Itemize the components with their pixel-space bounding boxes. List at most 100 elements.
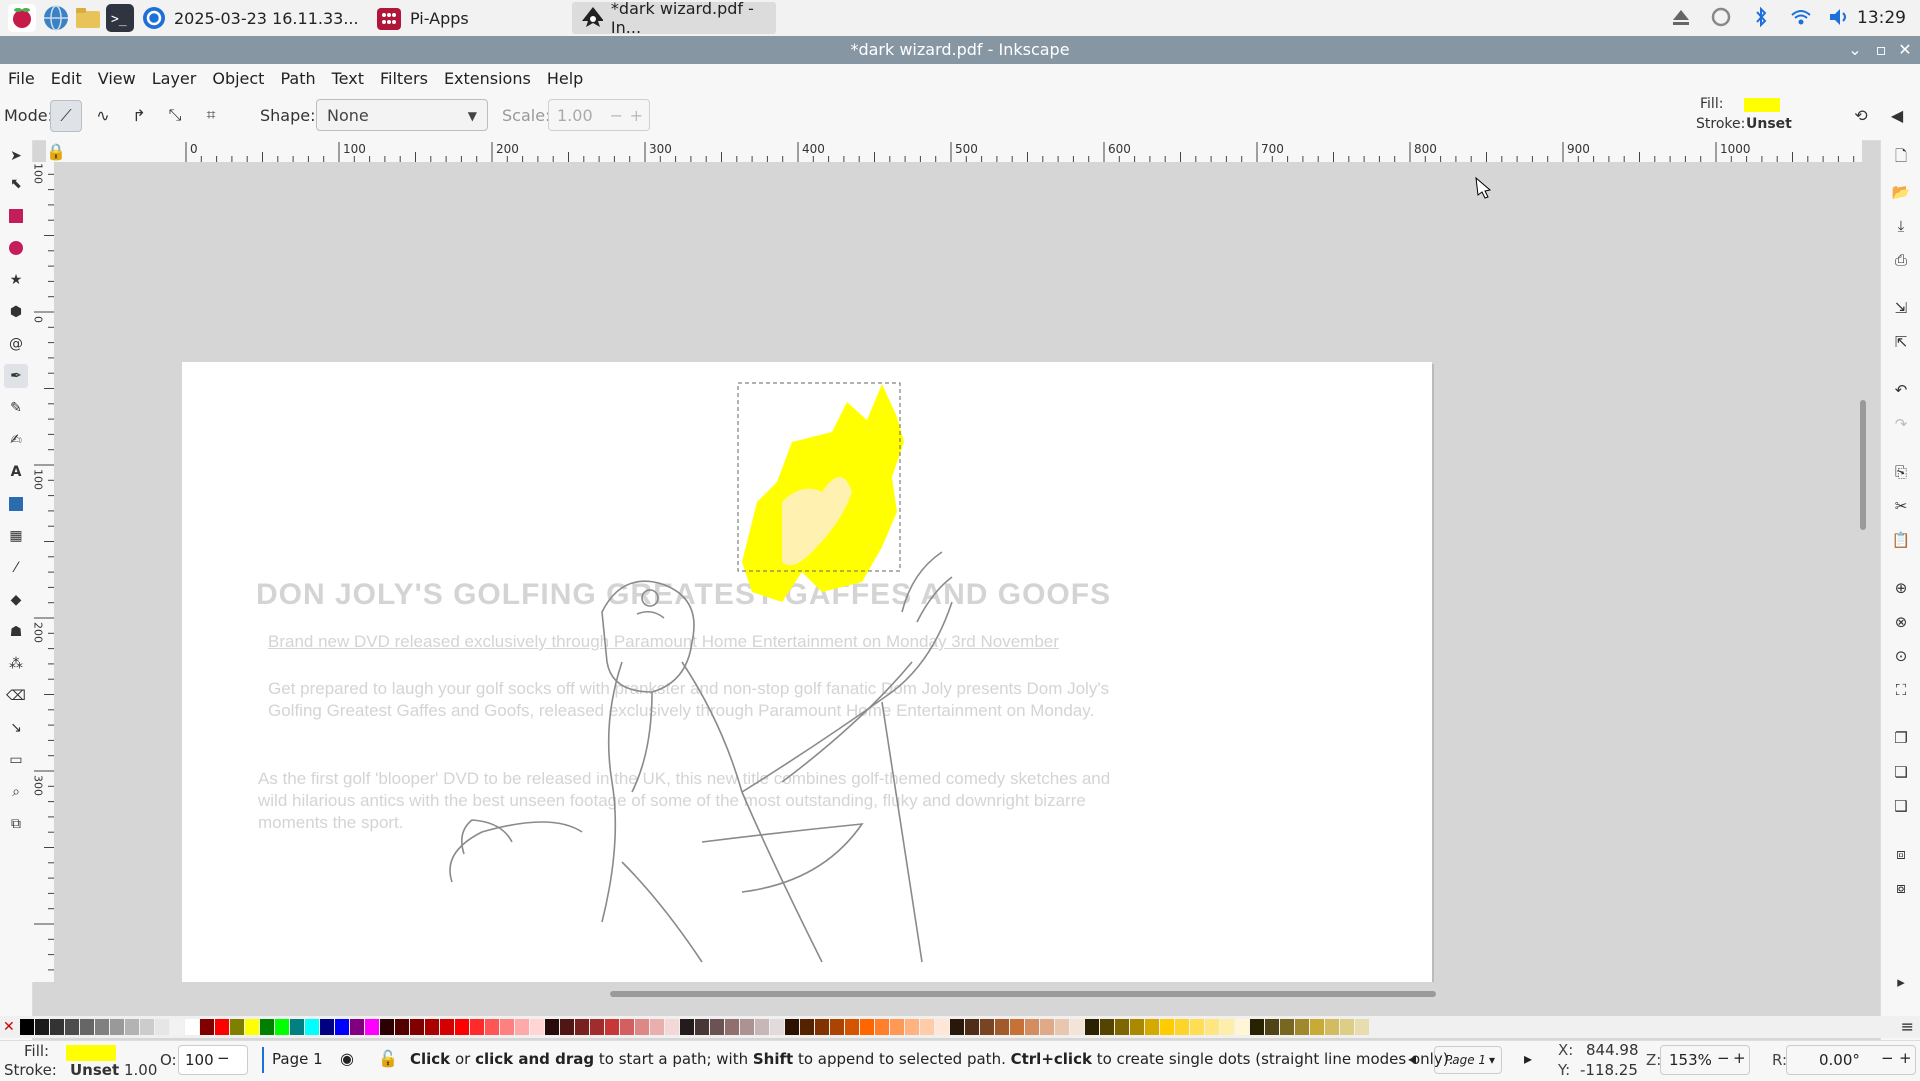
unlink-clone-icon[interactable]: ❑ [1889,794,1913,818]
palette-swatch[interactable] [620,1019,634,1035]
task-inkscape[interactable]: *dark wizard.pdf - In... [572,0,776,37]
maximize-icon[interactable]: ▫ [1870,36,1892,64]
palette-swatch[interactable] [290,1019,304,1035]
palette-swatch[interactable] [35,1019,49,1035]
palette-swatch[interactable] [1235,1019,1249,1035]
palette-swatch[interactable] [800,1019,814,1035]
pencil-tool-icon[interactable]: ✎ [4,396,28,420]
wifi-icon[interactable] [1790,6,1812,28]
palette-swatch[interactable] [740,1019,754,1035]
minus-icon[interactable]: − [610,100,623,132]
straight-mode-button[interactable]: ⤡ [160,100,190,130]
palette-swatch[interactable] [590,1019,604,1035]
tweak-tool-icon[interactable]: ☗ [4,620,28,644]
palette-swatch[interactable] [1190,1019,1204,1035]
file-manager-icon[interactable] [74,4,102,32]
palette-swatch[interactable] [1085,1019,1099,1035]
paraxial-mode-button[interactable]: ⌗ [196,100,226,130]
3d-box-tool-icon[interactable]: ⬢ [4,300,28,324]
scale-input[interactable]: 1.00 − + [548,99,650,131]
zoom-tool-icon[interactable]: ⌕ [4,780,28,804]
bezier-mode-button[interactable]: ⟋ [50,100,82,132]
current-layer[interactable]: Page 1 [272,1050,323,1068]
menu-path[interactable]: Path [272,69,323,88]
menu-filters[interactable]: Filters [372,69,436,88]
task-screenshot[interactable]: 2025-03-23 16.11.33... [142,2,359,34]
palette-swatch[interactable] [710,1019,724,1035]
pen-tool-icon[interactable]: ✒ [4,364,28,388]
palette-swatch[interactable] [455,1019,469,1035]
palette-swatch[interactable] [425,1019,439,1035]
palette-swatch[interactable] [1265,1019,1279,1035]
palette-swatch[interactable] [860,1019,874,1035]
text-tool-icon[interactable]: A [4,460,28,484]
palette-swatch[interactable] [575,1019,589,1035]
task-pi-apps[interactable]: Pi-Apps [376,2,469,34]
dropper-tool-icon[interactable]: ⁄ [4,556,28,580]
palette-swatch[interactable] [680,1019,694,1035]
paste-icon[interactable]: 📋 [1889,528,1913,552]
raspberry-menu-icon[interactable] [8,4,36,32]
palette-swatch[interactable] [335,1019,349,1035]
node-tool-icon[interactable]: ⬉ [4,172,28,196]
expand-panel-icon[interactable]: ▸ [1889,970,1913,994]
palette-swatch[interactable] [980,1019,994,1035]
layer-lock-icon[interactable]: 🔓 [378,1049,398,1068]
save-icon[interactable]: ⤓ [1889,214,1913,238]
palette-swatch[interactable] [1115,1019,1129,1035]
next-page-icon[interactable]: ▸ [1524,1049,1532,1068]
palette-swatch[interactable] [665,1019,679,1035]
horizontal-scrollbar[interactable] [610,991,1436,997]
status-stroke-value[interactable]: Unset [70,1061,119,1079]
shape-select[interactable]: None ▼ [316,99,488,131]
palette-swatch[interactable] [1160,1019,1174,1035]
rectangle-tool-icon[interactable] [4,204,28,228]
palette-swatch[interactable] [1040,1019,1054,1035]
zoom-drawing-icon[interactable]: ⊗ [1889,610,1913,634]
print-icon[interactable]: ⎙ [1889,248,1913,272]
status-fill-swatch[interactable] [66,1045,116,1061]
vertical-ruler[interactable]: 100 0 100 200 300 [32,162,55,982]
menu-object[interactable]: Object [204,69,272,88]
pages-tool-icon[interactable]: ▭ [4,748,28,772]
opacity-input[interactable]: 100 − [178,1045,248,1075]
palette-swatch[interactable] [890,1019,904,1035]
copy-icon[interactable]: ⎘ [1889,460,1913,484]
palette-swatch[interactable] [935,1019,949,1035]
palette-swatch[interactable] [905,1019,919,1035]
sync-icon[interactable] [1710,6,1732,28]
plus-icon[interactable]: + [630,100,643,132]
palette-swatch[interactable] [545,1019,559,1035]
palette-swatch[interactable] [80,1019,94,1035]
palette-swatch[interactable] [725,1019,739,1035]
palette-swatch[interactable] [560,1019,574,1035]
palette-swatch[interactable] [1205,1019,1219,1035]
horizontal-ruler[interactable]: 0 100 200 300 400 500 600 700 800 900 1000 🔒 [46,140,1862,163]
menu-help[interactable]: Help [539,69,591,88]
menu-layer[interactable]: Layer [144,69,205,88]
palette-swatch[interactable] [20,1019,34,1035]
palette-swatch[interactable] [1100,1019,1114,1035]
canvas[interactable]: DON JOLY'S GOLFING GREATEST GAFFES AND G… [54,162,1880,982]
palette-swatch[interactable] [1220,1019,1234,1035]
group-icon[interactable]: ⧈ [1889,842,1913,866]
palette-swatch[interactable] [185,1019,199,1035]
palette-swatch[interactable] [785,1019,799,1035]
palette-swatch[interactable] [440,1019,454,1035]
vertical-scrollbar[interactable] [1860,400,1866,530]
export-icon[interactable]: ⇱ [1889,330,1913,354]
zoom-selection-icon[interactable]: ⊕ [1889,576,1913,600]
palette-swatch[interactable] [695,1019,709,1035]
layer-visibility-icon[interactable]: ◉ [340,1049,354,1068]
star-tool-icon[interactable]: ★ [4,268,28,292]
palette-swatch[interactable] [1025,1019,1039,1035]
menu-text[interactable]: Text [324,69,372,88]
open-icon[interactable]: 📂 [1889,180,1913,204]
rotation-minus-icon[interactable]: − [1881,1049,1894,1067]
browser-icon[interactable] [42,4,70,32]
calligraphy-tool-icon[interactable]: ✍ [4,428,28,452]
palette-swatch[interactable] [260,1019,274,1035]
previous-page-icon[interactable]: ◂ [1408,1049,1416,1068]
menu-view[interactable]: View [90,69,144,88]
palette-swatch[interactable] [635,1019,649,1035]
